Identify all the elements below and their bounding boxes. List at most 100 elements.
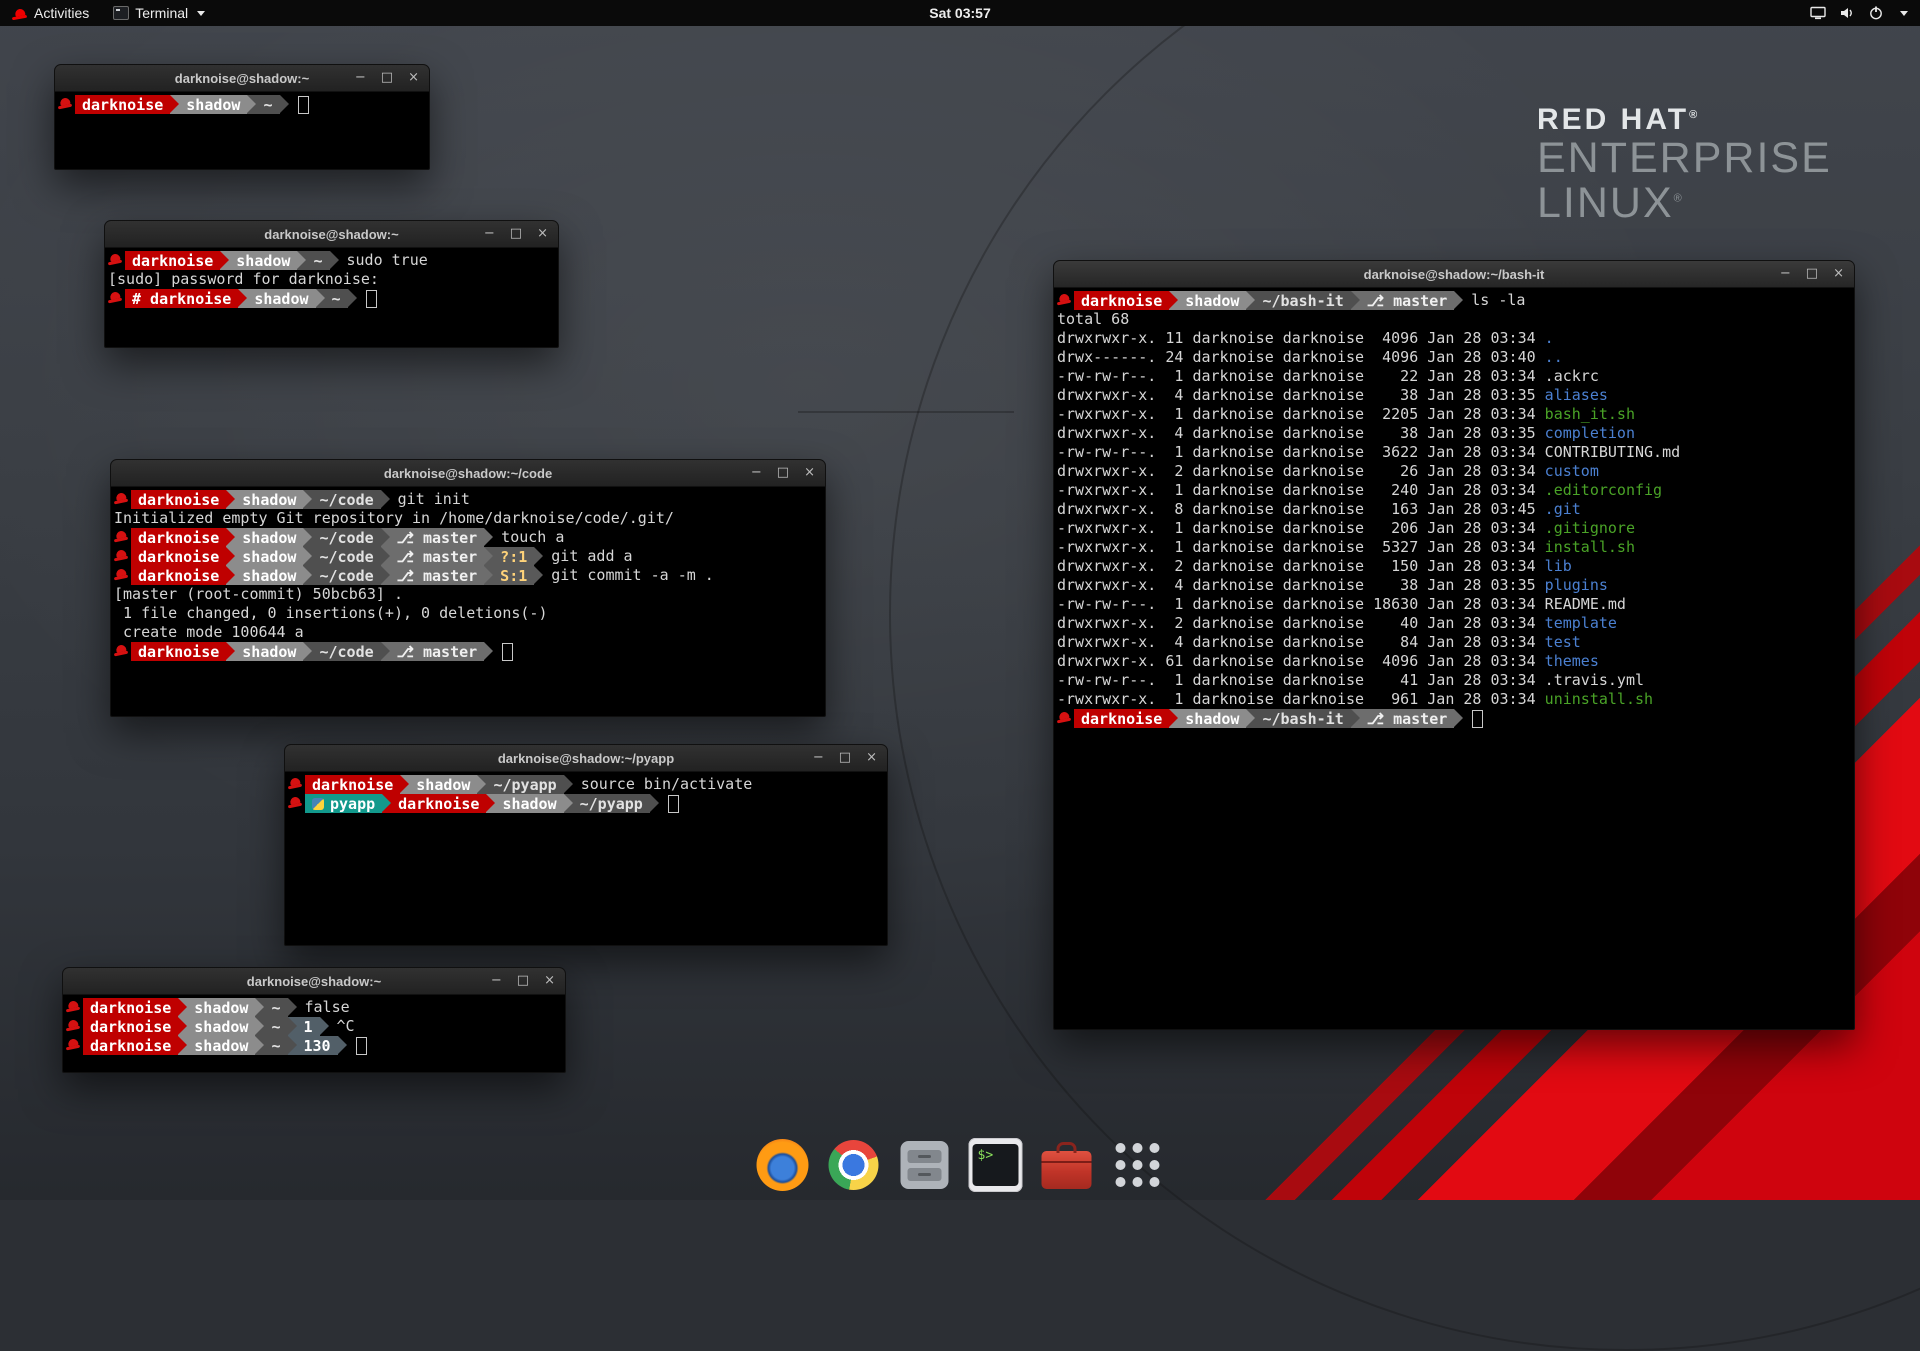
display-icon [1810,5,1826,21]
toolbox-icon [1042,1151,1092,1189]
registered-mark: ® [1674,192,1684,204]
window-titlebar[interactable]: darknoise@shadow:~/code−□× [111,460,825,487]
powerline-separator-icon [288,1036,297,1055]
segment-text: shadow [242,529,296,547]
close-button[interactable]: × [408,65,419,91]
output-text-exec: install.sh [1545,538,1635,557]
terminal-screen[interactable]: darknoiseshadow~/bash-it⎇ masterls -lato… [1054,288,1854,731]
prompt-segment-user: darknoise [131,566,226,585]
segment-text: ⎇ master [397,567,478,585]
prompt-segment-user: darknoise [131,528,226,547]
powerline-separator-icon [238,289,247,308]
output-line: -rw-rw-r--. 1 darknoise darknoise 41 Jan… [1057,671,1851,690]
output-text: -rw-rw-r--. 1 darknoise darknoise 3622 J… [1057,443,1545,462]
output-text-dir: plugins [1545,576,1608,595]
chevron-down-icon [1900,11,1908,16]
powerline-separator-icon [381,490,390,509]
prompt-line: darknoiseshadow~/code⎇ mastertouch a [114,528,822,547]
terminal-screen[interactable]: darknoiseshadow~falsedarknoiseshadow~1^C… [63,995,565,1058]
prompt-line: darknoiseshadow~ [58,95,426,114]
powerline-separator-icon [226,528,235,547]
close-button[interactable]: × [537,221,548,247]
dock-item-toolbox[interactable] [1038,1136,1096,1194]
clock[interactable]: Sat 03:57 [0,5,1920,21]
minimize-button[interactable]: − [813,745,824,771]
command-text: git init [390,490,470,509]
prompt-segment-host: shadow [495,794,563,813]
segment-text: darknoise [1081,292,1162,310]
segment-text: ~/code [319,643,373,661]
prompt-segment-path: ~/pyapp [486,775,563,794]
close-button[interactable]: × [544,968,555,994]
close-button[interactable]: × [866,745,877,771]
output-line: drwxrwxr-x. 2 darknoise darknoise 150 Ja… [1057,557,1851,576]
output-text: README.md [1545,595,1626,614]
segment-text: shadow [242,643,296,661]
window-controls: −□ × [491,968,565,994]
powerline-separator-icon [255,1036,264,1055]
minimize-button[interactable]: − [355,65,366,91]
prompt-segment-path: ~/bash-it [1255,709,1350,728]
window-titlebar[interactable]: darknoise@shadow:~−□× [63,968,565,995]
prompt-segment-git: ⎇ master [1360,291,1455,310]
system-status-area[interactable] [1810,0,1920,26]
prompt-segment-host: shadow [247,289,315,308]
powerline-separator-icon [486,794,495,813]
registered-mark: ® [1689,109,1700,121]
dock-item-app-grid[interactable] [1109,1136,1167,1194]
grid-dot [1116,1160,1126,1170]
maximize-button[interactable]: □ [381,65,393,91]
dock-item-files[interactable] [896,1136,954,1194]
dock-item-chrome[interactable] [825,1136,883,1194]
powerline-separator-icon [316,289,325,308]
powerline-separator-icon [650,794,659,813]
maximize-button[interactable]: □ [1806,261,1818,287]
window-titlebar[interactable]: darknoise@shadow:~−□× [55,65,429,92]
segment-text: ~ [271,1037,280,1055]
prompt-segment-path: ~/code [312,528,380,547]
close-button[interactable]: × [1833,261,1844,287]
powerline-separator-icon [382,794,391,813]
terminal-screen[interactable]: darknoiseshadow~ [55,92,429,117]
dock-item-terminal[interactable]: $> [967,1136,1025,1194]
minimize-button[interactable]: − [484,221,495,247]
output-text: [sudo] password for darknoise: [108,270,388,289]
window-controls: −□ × [1780,261,1854,287]
dock-item-firefox[interactable] [754,1136,812,1194]
prompt-segment-exit: 130 [297,1036,338,1055]
maximize-button[interactable]: □ [517,968,529,994]
output-line: drwx------. 24 darknoise darknoise 4096 … [1057,348,1851,367]
minimize-button[interactable]: − [491,968,502,994]
powerline-separator-icon [1351,709,1360,728]
terminal-cursor [366,290,377,308]
prompt-segment-path: ~/pyapp [573,794,650,813]
maximize-button[interactable]: □ [510,221,522,247]
terminal-screen[interactable]: darknoiseshadow~/pyappsource bin/activat… [285,772,887,816]
prompt-segment-path: ~/code [312,566,380,585]
powerline-separator-icon [288,998,297,1017]
terminal-window: darknoise@shadow:~−□×darknoiseshadow~fal… [62,967,566,1073]
maximize-button[interactable]: □ [839,745,851,771]
desktop: RED HAT® ENTERPRISE LINUX® Activities Te… [0,0,1920,1200]
output-line: -rwxrwxr-x. 1 darknoise darknoise 961 Ja… [1057,690,1851,709]
window-titlebar[interactable]: darknoise@shadow:~/pyapp−□× [285,745,887,772]
redhat-prompt-icon [114,528,131,547]
terminal-screen[interactable]: darknoiseshadow~sudo true[sudo] password… [105,248,558,311]
output-line: 1 file changed, 0 insertions(+), 0 delet… [114,604,822,623]
minimize-button[interactable]: − [1780,261,1791,287]
window-titlebar[interactable]: darknoise@shadow:~/bash-it−□× [1054,261,1854,288]
powerline-separator-icon [226,566,235,585]
terminal-screen[interactable]: darknoiseshadow~/codegit initInitialized… [111,487,825,664]
window-titlebar[interactable]: darknoise@shadow:~−□× [105,221,558,248]
brand-line1: RED HAT® [1537,104,1832,136]
terminal-cursor [668,795,679,813]
prompt-segment-user: darknoise [391,794,486,813]
output-line: [sudo] password for darknoise: [108,270,555,289]
maximize-button[interactable]: □ [777,460,789,486]
prompt-line: darknoiseshadow~/bash-it⎇ master [1057,709,1851,728]
prompt-segment-user: darknoise [75,95,170,114]
prompt-line: darknoiseshadow~/codegit init [114,490,822,509]
minimize-button[interactable]: − [751,460,762,486]
output-text-exec: .gitignore [1545,519,1635,538]
close-button[interactable]: × [804,460,815,486]
